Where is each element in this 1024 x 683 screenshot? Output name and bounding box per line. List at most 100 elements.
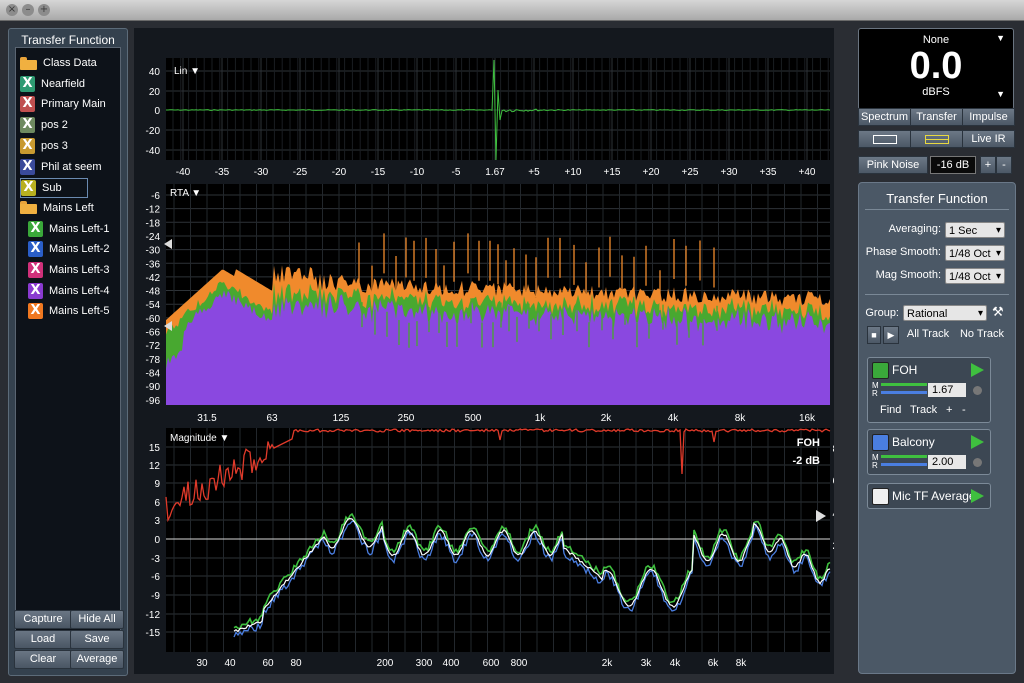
no-track-button[interactable]: No Track (955, 326, 1009, 342)
load-button[interactable]: Load (14, 630, 72, 649)
rta-y-tick: -48 (146, 287, 161, 298)
find-button[interactable]: Find (880, 404, 901, 416)
tab-spectrum[interactable]: Spectrum (858, 108, 911, 126)
all-track-button[interactable]: All Track (903, 326, 953, 342)
track-foh[interactable]: FOH MR 1.67 Find Track + - (867, 357, 991, 423)
group-select[interactable]: Rational (903, 305, 987, 322)
data-library-panel: Transfer Function Class Data X Nearfield X P… (8, 28, 128, 676)
track-name: Balcony (892, 435, 935, 449)
status-led-icon (973, 386, 982, 395)
stop-button[interactable]: ■ (867, 326, 881, 344)
rta-y-tick: -96 (146, 396, 161, 407)
list-item[interactable]: X Mains Left-5 (28, 302, 110, 320)
tools-icon[interactable]: ⚒ (992, 304, 1004, 320)
list-item[interactable]: X Mains Left-1 (28, 220, 110, 238)
trace-x-icon: X (21, 180, 36, 197)
rta-x-tick: 250 (398, 413, 415, 424)
split-view-button[interactable] (910, 130, 963, 148)
rta-mode-label[interactable]: RTA ▼ (170, 188, 201, 199)
rta-y-ticks: -6 -12 -18 -24 -30 -36 -42 -48 -54 -60 -66 -72 -78 -8… (146, 191, 161, 407)
maximize-window-icon[interactable]: + (38, 4, 50, 16)
list-item[interactable]: X Mains Left-2 (28, 240, 110, 258)
mr-labels: MR (872, 453, 879, 470)
impulse-x-tick: +5 (528, 167, 540, 178)
list-item[interactable]: Mains Left (20, 199, 94, 217)
live-ir-button[interactable]: Live IR (962, 130, 1015, 148)
clear-button[interactable]: Clear (14, 650, 72, 669)
impulse-x-tick: -5 (452, 167, 461, 178)
transfer-y-tick: -15 (146, 628, 161, 639)
transfer-y-tick: 9 (154, 479, 160, 490)
transfer-mode-label[interactable]: Magnitude ▼ (170, 433, 229, 444)
delay-minus-button[interactable]: - (962, 404, 966, 416)
tab-impulse[interactable]: Impulse (962, 108, 1015, 126)
impulse-x-tick: -25 (293, 167, 308, 178)
play-icon[interactable] (971, 489, 984, 503)
meter-unit-dropdown-icon[interactable]: ▼ (996, 89, 1005, 99)
rta-y-tick: -24 (146, 232, 161, 243)
pink-noise-button[interactable]: Pink Noise (858, 156, 928, 174)
list-item[interactable]: X Sub (20, 178, 88, 199)
phase-smooth-select[interactable]: 1/48 Oct (945, 245, 1005, 262)
track-color-swatch[interactable] (872, 434, 889, 451)
list-item[interactable]: X Nearfield (20, 75, 85, 93)
mag-smooth-select[interactable]: 1/48 Oct (945, 268, 1005, 285)
graph-canvas[interactable]: Lin ▼ 40200-20-40 -40 -35 -30 -25 -20 -15 -10-… (134, 28, 844, 674)
save-button[interactable]: Save (70, 630, 124, 649)
play-icon: ▶ (887, 330, 895, 340)
measurement-meter (881, 383, 927, 386)
meter-source-dropdown-icon[interactable]: ▼ (996, 33, 1005, 43)
impulse-mode-label[interactable]: Lin ▼ (174, 66, 200, 77)
average-button[interactable]: Average (70, 650, 124, 669)
list-item[interactable]: X Mains Left-4 (28, 282, 110, 300)
hide-all-button[interactable]: Hide All (70, 610, 124, 629)
play-button[interactable]: ▶ (883, 326, 899, 344)
list-item-label: Mains Left-3 (49, 264, 110, 276)
rta-x-tick: 31.5 (197, 413, 217, 424)
averaging-select[interactable]: 1 Sec (945, 222, 1005, 239)
list-item[interactable]: X Mains Left-3 (28, 261, 110, 279)
delay-field[interactable]: 2.00 (928, 455, 966, 469)
close-window-icon[interactable]: × (6, 4, 18, 16)
track-button[interactable]: Track (910, 404, 937, 416)
coherence-ticks: 80 60 40 20 (832, 444, 844, 552)
track-color-swatch[interactable] (872, 362, 889, 379)
list-item[interactable]: Xpos 3 (20, 137, 68, 155)
minimize-window-icon[interactable]: – (22, 4, 34, 16)
transfer-x-tick: 800 (511, 658, 528, 669)
generator-level-field[interactable]: -16 dB (930, 156, 976, 174)
data-list[interactable]: Class Data X Nearfield X Primary Main Xpos 2X… (15, 47, 121, 635)
play-icon[interactable] (971, 435, 984, 449)
level-meter[interactable]: None ▼ 0.0 dBFS ▼ (858, 28, 1014, 110)
generator-plus-button[interactable]: + (980, 156, 996, 174)
transfer-x-tick: 8k (736, 658, 748, 669)
transfer-x-tick: 6k (708, 658, 720, 669)
play-icon[interactable] (971, 363, 984, 377)
list-item-label: Nearfield (41, 77, 86, 90)
list-item[interactable]: Xpos 2 (20, 116, 68, 134)
track-mic-tf-average[interactable]: Mic TF Average (867, 483, 991, 509)
capture-button[interactable]: Capture (14, 610, 72, 629)
list-item[interactable]: X Phil at seem (20, 158, 102, 176)
list-item[interactable]: Class Data (20, 54, 97, 72)
list-item-label: Primary Main (41, 98, 106, 111)
track-name: FOH (892, 363, 918, 377)
list-item-label: pos 3 (41, 139, 68, 152)
trace-x-icon: X (28, 220, 43, 237)
single-view-button[interactable] (858, 130, 911, 148)
track-balcony[interactable]: Balcony MR 2.00 (867, 429, 991, 475)
rta-y-tick: -12 (146, 205, 161, 216)
track-color-swatch[interactable] (872, 488, 889, 505)
rta-y-tick: -42 (146, 273, 161, 284)
generator-minus-button[interactable]: - (996, 156, 1012, 174)
reference-meter (881, 391, 927, 394)
transfer-function-panel: Transfer Function Averaging: 1 Sec Phase… (858, 182, 1016, 674)
list-item[interactable]: X Primary Main (20, 95, 106, 113)
transfer-y-tick: 12 (149, 461, 161, 472)
delay-plus-button[interactable]: + (946, 404, 952, 416)
delay-field[interactable]: 1.67 (928, 383, 966, 397)
trace-x-icon: X (20, 117, 35, 134)
tab-transfer[interactable]: Transfer (910, 108, 963, 126)
tf-panel-title: Transfer Function (886, 191, 988, 206)
impulse-y-tick: 40 (149, 67, 161, 78)
